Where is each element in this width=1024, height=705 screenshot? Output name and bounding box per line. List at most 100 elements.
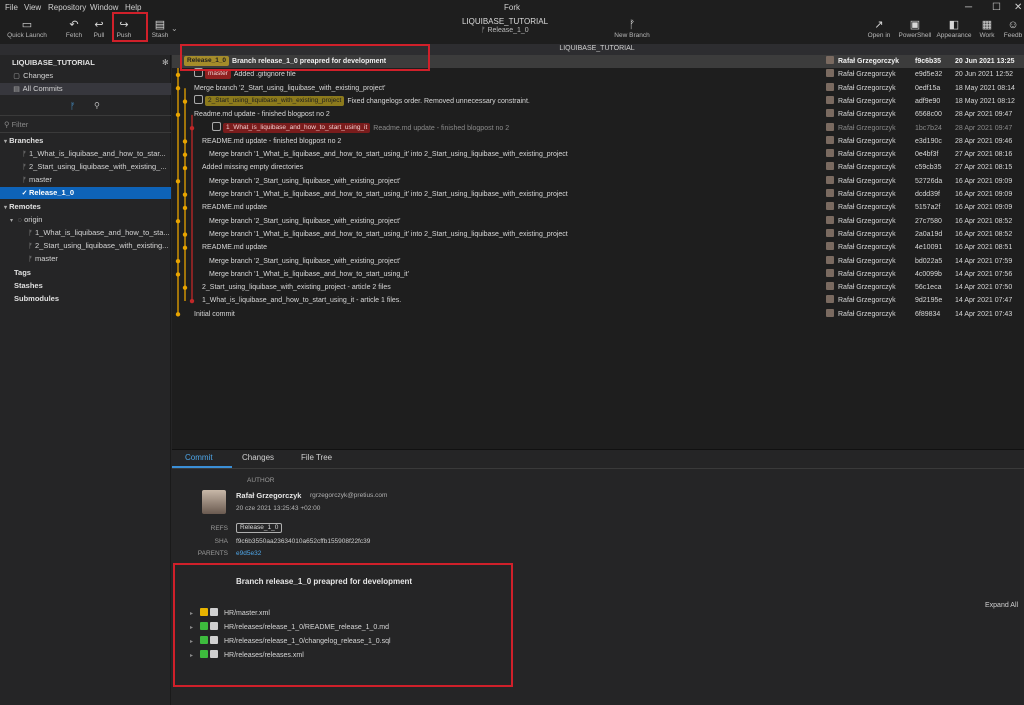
commit-message-cell: master Added .gitignore file	[194, 68, 296, 81]
tab-commit[interactable]: Commit	[185, 453, 213, 462]
author-label: AUTHOR	[247, 477, 275, 484]
expand-all-button[interactable]: Expand All	[985, 602, 1018, 609]
branch-ref-icon	[194, 68, 203, 78]
tab-changes[interactable]: Changes	[242, 453, 274, 462]
sidebar-section-tags[interactable]: Tags	[0, 267, 171, 279]
changed-file-row[interactable]: ▸ HR/master.xml	[190, 608, 270, 620]
commit-row[interactable]: 1_What_is_liquibase_and_how_to_start_usi…	[172, 294, 1024, 307]
commit-message-cell: Initial commit	[194, 308, 235, 321]
commit-row[interactable]: Release_1_0 Branch release_1_0 preapred f…	[172, 55, 1024, 69]
commit-row[interactable]: Readme.md update - finished blogpost no …	[172, 108, 1024, 121]
sidebar-item-all-commits[interactable]: ▤ All Commits	[0, 83, 171, 95]
changed-file-row[interactable]: ▸ HR/releases/release_1_0/README_release_…	[190, 622, 389, 634]
maximize-button[interactable]: ☐	[992, 2, 1001, 13]
sha-value[interactable]: f9c6b3550aa23634010a652cffb155908f22fc39	[236, 538, 370, 545]
powershell-button[interactable]: ▣ PowerShell	[897, 16, 933, 44]
commit-message-cell: Added missing empty directories	[202, 161, 303, 174]
sidebar-item-remote-branch-1[interactable]: ᚠ 1_What_is_liquibase_and_how_to_sta...	[0, 227, 171, 239]
commit-date: 16 Apr 2021 08:52	[955, 230, 1013, 238]
work-button[interactable]: ▦ Work	[976, 16, 998, 44]
checkmark-icon: ✓	[21, 190, 28, 197]
stash-button[interactable]: ▤ Stash	[150, 16, 170, 44]
commit-author-cell: Rafał Grzegorczyk	[826, 68, 896, 81]
branch-badge[interactable]: master	[205, 69, 231, 80]
branch-badge[interactable]: 2_Start_using_liquibase_with_existing_pr…	[205, 95, 345, 106]
commit-author: Rafał Grzegorczyk	[838, 204, 896, 212]
changed-file-row[interactable]: ▸ HR/releases/release_1_0/changelog_relea…	[190, 636, 391, 648]
avatar	[826, 282, 834, 291]
commit-row[interactable]: Merge branch '1_What_is_liquibase_and_ho…	[172, 148, 1024, 161]
sidebar-item-branch-1[interactable]: ᚠ 1_What_is_liquibase_and_how_to_star...	[0, 148, 171, 160]
sidebar-section-submodules[interactable]: Submodules	[0, 293, 171, 305]
sidebar-item-origin[interactable]: ▾ ◌ origin	[0, 214, 171, 226]
commit-row[interactable]: Merge branch '2_Start_using_liquibase_wi…	[172, 82, 1024, 95]
ref-chip[interactable]: Release_1_0	[236, 523, 283, 533]
appearance-button[interactable]: ◧ Appearance	[936, 16, 972, 44]
quick-launch-button[interactable]: ▭ Quick Launch	[5, 16, 49, 44]
fetch-button[interactable]: ↶ Fetch	[62, 16, 86, 44]
commit-author: Rafał Grzegorczyk	[838, 58, 900, 65]
minimize-button[interactable]: ─	[965, 2, 972, 13]
commit-row[interactable]: Added missing empty directories Rafał Grz…	[172, 161, 1024, 174]
search-icon[interactable]: ⚲	[94, 101, 100, 110]
commit-row[interactable]: README.md update - finished blogpost no …	[172, 135, 1024, 148]
filter-input[interactable]: ⚲ Filter	[0, 119, 171, 131]
branch-view-icon[interactable]: ᚠ	[70, 101, 75, 111]
open-in-button[interactable]: ↗ Open in	[865, 16, 893, 44]
commit-row[interactable]: README.md update Rafał Grzegorczyk 4e10091…	[172, 241, 1024, 254]
appearance-label: Appearance	[936, 32, 972, 39]
commit-row[interactable]: 2_Start_using_liquibase_with_existing_pr…	[172, 94, 1024, 108]
commit-row[interactable]: Merge branch '2_Start_using_liquibase_wi…	[172, 175, 1024, 188]
sidebar-section-branches[interactable]: ▾ Branches	[0, 135, 171, 147]
branch-ref-icon	[194, 94, 203, 104]
toolbar: ▭ Quick Launch ↶ Fetch ↩ Pull ↪ Push ▤ S…	[0, 16, 1024, 44]
filter-placeholder: Filter	[11, 120, 29, 129]
chevron-right-icon[interactable]: ▸	[190, 650, 200, 662]
briefcase-icon: ▦	[981, 19, 993, 31]
chevron-right-icon[interactable]: ▸	[190, 608, 200, 620]
sidebar-section-remotes[interactable]: ▾ Remotes	[0, 201, 171, 213]
branch-badge[interactable]: Release_1_0	[184, 56, 230, 66]
commit-date: 18 May 2021 08:14	[955, 84, 1015, 92]
repository-tab[interactable]: LIQUIBASE_TUTORIAL	[170, 45, 1024, 52]
commit-row[interactable]: master Added .gitignore file Rafał Grzegor…	[172, 68, 1024, 81]
sidebar-item-branch-2[interactable]: ᚠ 2_Start_using_liquibase_with_existing_.…	[0, 161, 171, 173]
file-icon	[210, 636, 218, 644]
changed-file-row[interactable]: ▸ HR/releases/releases.xml	[190, 650, 304, 662]
sidebar-item-changes[interactable]: ▢ Changes	[0, 70, 171, 82]
commit-row[interactable]: Merge branch '2_Start_using_liquibase_wi…	[172, 215, 1024, 228]
chevron-right-icon[interactable]: ▸	[190, 636, 200, 648]
chevron-right-icon[interactable]: ▸	[190, 622, 200, 634]
commit-row[interactable]: 2_Start_using_liquibase_with_existing_pr…	[172, 281, 1024, 294]
commit-sha: 0e4bf3f	[915, 151, 939, 159]
commit-row[interactable]: Merge branch '1_What_is_liquibase_and_ho…	[172, 228, 1024, 241]
sidebar-item-branch-master[interactable]: ᚠ master	[0, 174, 171, 186]
commit-row[interactable]: Initial commit Rafał Grzegorczyk 6f89834 14…	[172, 308, 1024, 321]
commit-message: README.md update	[202, 204, 267, 212]
sidebar-item-remote-master[interactable]: ᚠ master	[0, 253, 171, 265]
push-button[interactable]: ↪ Push	[113, 16, 135, 44]
commit-row[interactable]: Merge branch '1_What_is_liquibase_and_ho…	[172, 268, 1024, 281]
commit-row[interactable]: Merge branch '2_Start_using_liquibase_wi…	[172, 255, 1024, 268]
author-email[interactable]: rgrzegorczyk@pretius.com	[310, 492, 387, 499]
commit-sha: e9d5e32	[915, 71, 943, 79]
commit-date: 20 Jun 2021 13:25	[955, 58, 1015, 65]
commit-row[interactable]: 1_What_is_liquibase_and_how_to_start_usi…	[172, 121, 1024, 135]
stash-dropdown-chevron-icon[interactable]: ⌄	[171, 24, 178, 33]
commit-row[interactable]: README.md update Rafał Grzegorczyk 5157a2f…	[172, 201, 1024, 214]
parents-link[interactable]: e9d5e32	[236, 550, 261, 557]
pull-button[interactable]: ↩ Pull	[88, 16, 110, 44]
current-branch[interactable]: ᚠ Release_1_0	[455, 27, 555, 34]
branch-badge[interactable]: 1_What_is_liquibase_and_how_to_start_usi…	[223, 122, 371, 133]
sidebar-item-remote-branch-2[interactable]: ᚠ 2_Start_using_liquibase_with_existing..…	[0, 240, 171, 252]
commit-row[interactable]: Merge branch '1_What_is_liquibase_and_ho…	[172, 188, 1024, 201]
new-branch-button[interactable]: ᚠ New Branch	[612, 16, 652, 44]
feedback-button[interactable]: ☺ Feedb	[1002, 16, 1024, 44]
repo-name-label: LIQUIBASE_TUTORIAL	[12, 58, 95, 67]
gear-icon[interactable]: ✻	[162, 58, 169, 67]
sidebar-item-branch-release[interactable]: ✓ Release_1_0	[0, 187, 171, 199]
sidebar-section-stashes[interactable]: Stashes	[0, 280, 171, 292]
close-button[interactable]: ✕	[1014, 2, 1022, 13]
commit-author: Rafał Grzegorczyk	[838, 217, 896, 225]
tab-file-tree[interactable]: File Tree	[301, 453, 332, 462]
